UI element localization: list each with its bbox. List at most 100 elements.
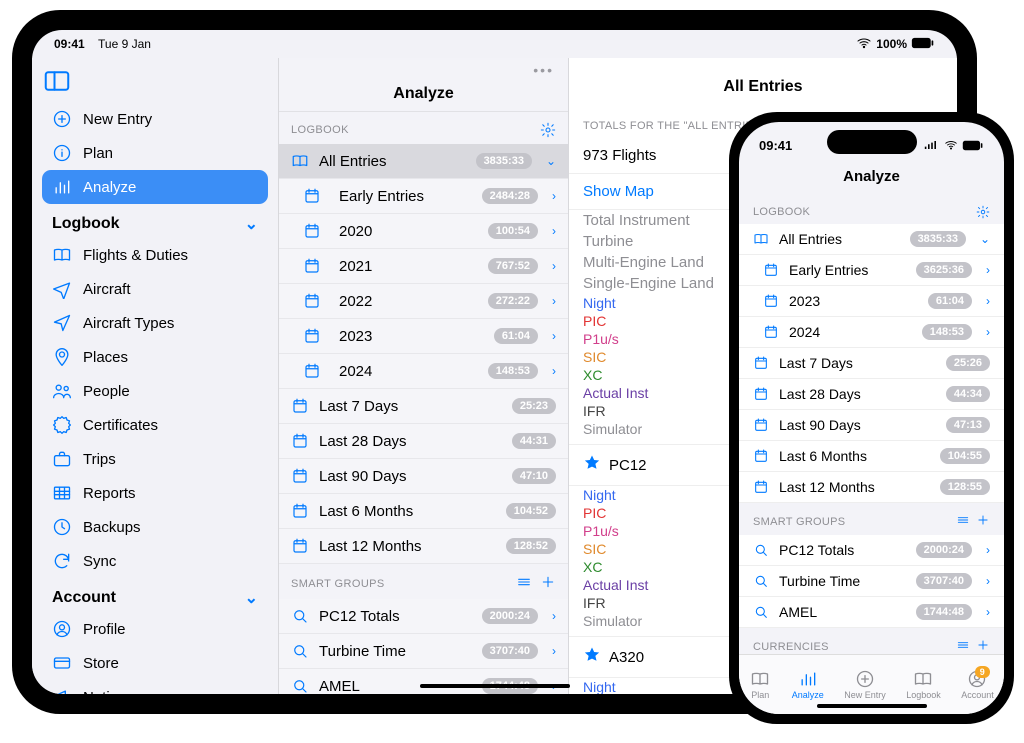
chevron-right-icon[interactable]: › [986, 325, 990, 339]
chevron-right-icon[interactable]: › [986, 263, 990, 277]
calendar-icon [753, 355, 769, 371]
tab-analyze[interactable]: Analyze [792, 669, 824, 700]
logbook-settings-icon[interactable] [540, 122, 556, 138]
sidebar-aircraft[interactable]: Aircraft [42, 272, 268, 306]
row-pc12-totals[interactable]: PC12 Totals 2000:24 › [279, 599, 568, 634]
row-2024[interactable]: 2024 148:53 › [279, 354, 568, 389]
search-icon [753, 604, 769, 620]
sidebar-section-account[interactable]: Account ⌄ [42, 578, 268, 612]
analyze-header: ••• Analyze [279, 58, 568, 112]
row-2023[interactable]: 2023 61:04 › [279, 319, 568, 354]
row-last-28-days[interactable]: Last 28 Days 44:31 [279, 424, 568, 459]
chevron-right-icon[interactable]: › [986, 574, 990, 588]
sidebar-section-logbook[interactable]: Logbook ⌄ [42, 204, 268, 238]
row-all-entries[interactable]: All Entries 3835:33 ⌄ [279, 144, 568, 179]
row-last-7-days[interactable]: Last 7 Days 25:23 [279, 389, 568, 424]
row-2020[interactable]: 2020 100:54 › [279, 214, 568, 249]
sidebar-store[interactable]: Store [42, 646, 268, 680]
sidebar-trips[interactable]: Trips [42, 442, 268, 476]
tab-account[interactable]: 9 Account [961, 669, 994, 700]
tab-new-entry[interactable]: New Entry [844, 669, 886, 700]
tab-label: Analyze [792, 690, 824, 700]
chevron-right-icon[interactable]: › [552, 329, 556, 343]
row-2023[interactable]: 2023 61:04 › [739, 286, 1004, 317]
chevron-down-icon: ⌄ [245, 588, 258, 608]
chevron-down-icon[interactable]: ⌄ [980, 232, 990, 246]
row-turbine-time[interactable]: Turbine Time 3707:40 › [279, 634, 568, 669]
sidebar-new-entry[interactable]: New Entry [42, 102, 268, 136]
sidebar-profile[interactable]: Profile [42, 612, 268, 646]
tab-plan[interactable]: Plan [749, 669, 771, 700]
chevron-right-icon[interactable]: › [552, 294, 556, 308]
detail-title: All Entries [569, 58, 957, 106]
row-turbine-time[interactable]: Turbine Time 3707:40 › [739, 566, 1004, 597]
sidebar-item-label: Store [83, 655, 119, 672]
row-label: Early Entries [331, 188, 472, 205]
card-icon [52, 653, 72, 673]
row-2021[interactable]: 2021 767:52 › [279, 249, 568, 284]
tab-label: Plan [751, 690, 769, 700]
chevron-right-icon[interactable]: › [552, 644, 556, 658]
row-early-entries[interactable]: Early Entries 2484:28 › [279, 179, 568, 214]
sidebar-item-label: New Entry [83, 111, 152, 128]
row-last-7-days[interactable]: Last 7 Days 25:26 [739, 348, 1004, 379]
calendar-icon [291, 537, 309, 555]
chevron-right-icon[interactable]: › [552, 189, 556, 203]
sidebar-places[interactable]: Places [42, 340, 268, 374]
row-all-entries[interactable]: All Entries 3835:33 ⌄ [739, 224, 1004, 255]
row-value: 61:04 [494, 328, 538, 344]
add-smart-group-icon[interactable] [540, 574, 556, 593]
row-last-6-months[interactable]: Last 6 Months 104:52 [279, 494, 568, 529]
list-icon[interactable] [956, 513, 970, 530]
row-last-12-months[interactable]: Last 12 Months 128:52 [279, 529, 568, 564]
calendar-icon [763, 324, 779, 340]
list-icon[interactable] [516, 574, 532, 593]
sidebar-certificates[interactable]: Certificates [42, 408, 268, 442]
add-icon[interactable] [976, 638, 990, 654]
row-amel[interactable]: AMEL 1744:48 › [279, 669, 568, 694]
ipad-status-bar: 09:41 Tue 9 Jan 100% [32, 30, 957, 58]
sidebar-plan[interactable]: Plan [42, 136, 268, 170]
sidebar-reports[interactable]: Reports [42, 476, 268, 510]
row-pc12-totals[interactable]: PC12 Totals 2000:24 › [739, 535, 1004, 566]
chevron-down-icon[interactable]: ⌄ [546, 154, 556, 168]
list-icon[interactable] [956, 638, 970, 654]
more-icon[interactable]: ••• [533, 62, 554, 78]
chevron-right-icon[interactable]: › [552, 224, 556, 238]
add-icon[interactable] [976, 513, 990, 530]
chevron-right-icon[interactable]: › [986, 543, 990, 557]
tab-logbook[interactable]: Logbook [906, 669, 941, 700]
row-last-90-days[interactable]: Last 90 Days 47:13 [739, 410, 1004, 441]
sidebar-people[interactable]: People [42, 374, 268, 408]
sidebar-flights-duties[interactable]: Flights & Duties [42, 238, 268, 272]
sidebar-backups[interactable]: Backups [42, 510, 268, 544]
row-label: PC12 Totals [319, 608, 472, 625]
row-early-entries[interactable]: Early Entries 3625:36 › [739, 255, 1004, 286]
home-indicator[interactable] [817, 704, 927, 708]
book-icon [753, 231, 769, 247]
sidebar-notices[interactable]: Notices [42, 680, 268, 694]
row-label: Turbine Time [319, 643, 472, 660]
row-2024[interactable]: 2024 148:53 › [739, 317, 1004, 348]
chevron-right-icon[interactable]: › [552, 609, 556, 623]
logbook-settings-icon[interactable] [976, 205, 990, 219]
calendar-icon [291, 467, 309, 485]
chevron-right-icon[interactable]: › [552, 364, 556, 378]
row-last-90-days[interactable]: Last 90 Days 47:10 [279, 459, 568, 494]
tab-badge: 9 [975, 666, 990, 678]
row-amel[interactable]: AMEL 1744:48 › [739, 597, 1004, 628]
row-value: 47:10 [512, 468, 556, 484]
chevron-right-icon[interactable]: › [552, 259, 556, 273]
home-indicator[interactable] [420, 684, 570, 688]
badge-icon [52, 415, 72, 435]
row-last-28-days[interactable]: Last 28 Days 44:34 [739, 379, 1004, 410]
row-last-12-months[interactable]: Last 12 Months 128:55 [739, 472, 1004, 503]
row-2022[interactable]: 2022 272:22 › [279, 284, 568, 319]
row-last-6-months[interactable]: Last 6 Months 104:55 [739, 441, 1004, 472]
toggle-sidebar-button[interactable] [42, 66, 72, 96]
sidebar-analyze[interactable]: Analyze [42, 170, 268, 204]
chevron-right-icon[interactable]: › [986, 605, 990, 619]
sidebar-sync[interactable]: Sync [42, 544, 268, 578]
sidebar-aircraft-types[interactable]: Aircraft Types [42, 306, 268, 340]
chevron-right-icon[interactable]: › [986, 294, 990, 308]
